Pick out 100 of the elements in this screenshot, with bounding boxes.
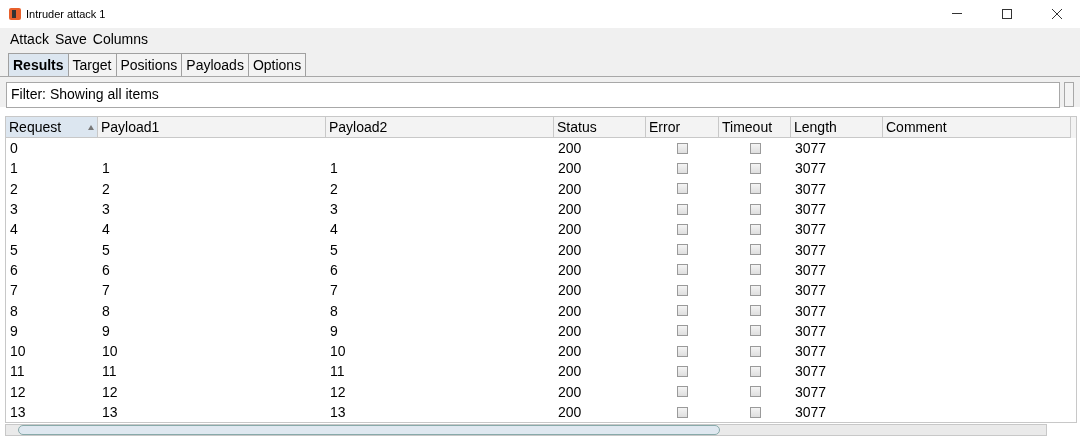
table-cell: 3077 — [795, 261, 827, 278]
checkbox[interactable] — [749, 305, 761, 316]
table-cell: 200 — [558, 322, 582, 339]
app-icon — [8, 7, 22, 21]
table-cell: 6 — [330, 261, 338, 278]
table-cell: 11 — [330, 363, 345, 380]
table-cell: 200 — [558, 404, 582, 420]
table-cell: 10 — [10, 343, 26, 360]
table-cell: 8 — [10, 302, 18, 319]
checkbox[interactable] — [677, 365, 688, 377]
checkbox[interactable] — [749, 264, 761, 276]
table-cell: 10 — [102, 343, 118, 360]
checkbox[interactable] — [749, 223, 761, 235]
table-cell: 1 — [10, 160, 18, 177]
checkbox[interactable] — [677, 223, 688, 235]
table-cell: 10 — [330, 343, 346, 360]
table-cell: 200 — [558, 180, 582, 197]
table-cell: 200 — [558, 343, 582, 360]
column-header[interactable]: Timeout — [719, 117, 791, 138]
table-cell: 13 — [330, 404, 346, 420]
side-button[interactable] — [1064, 82, 1074, 107]
tab[interactable]: Options — [247, 53, 307, 76]
checkbox[interactable] — [677, 183, 688, 195]
checkbox[interactable] — [749, 183, 761, 195]
tab[interactable]: Payloads — [181, 53, 249, 76]
menu-item[interactable]: Columns — [91, 31, 150, 47]
table-cell: 3077 — [795, 363, 827, 380]
checkbox[interactable] — [749, 162, 761, 174]
checkbox[interactable] — [749, 365, 761, 377]
checkbox[interactable] — [749, 203, 761, 215]
checkbox[interactable] — [677, 162, 688, 174]
table-cell: 6 — [10, 261, 18, 278]
table-cell: 4 — [10, 221, 18, 238]
table-cell: 3077 — [795, 404, 827, 420]
horizontal-scrollbar[interactable] — [5, 424, 1047, 437]
column-header[interactable]: Payload2 — [326, 117, 554, 138]
table-cell: 13 — [10, 404, 26, 420]
checkbox[interactable] — [677, 386, 688, 398]
table-cell: 2 — [102, 180, 110, 197]
table-cell: 3 — [330, 201, 338, 218]
table-cell: 4 — [102, 221, 110, 238]
column-header[interactable]: Error — [646, 117, 719, 138]
checkbox[interactable] — [677, 203, 688, 215]
table-cell: 3077 — [795, 322, 827, 339]
table-cell: 3077 — [795, 282, 827, 299]
close-icon[interactable] — [1052, 9, 1062, 19]
checkbox[interactable] — [749, 406, 761, 418]
table-cell: 3 — [10, 201, 18, 218]
window-title: Intruder attack 1 — [26, 8, 107, 20]
table-cell: 4 — [330, 221, 338, 238]
table-cell: 3077 — [795, 302, 827, 319]
table-cell: 12 — [102, 383, 118, 400]
menu-item[interactable]: Save — [53, 31, 88, 47]
table-cell: 0 — [10, 140, 18, 157]
table-cell: 200 — [558, 282, 582, 299]
table-cell: 3077 — [795, 201, 827, 218]
minimize-icon[interactable] — [952, 13, 962, 15]
column-header[interactable]: Payload1 — [98, 117, 326, 138]
table-cell: 200 — [558, 140, 582, 157]
column-header[interactable]: Status — [554, 117, 646, 138]
table-cell: 6 — [102, 261, 110, 278]
checkbox[interactable] — [749, 325, 761, 337]
checkbox[interactable] — [677, 345, 688, 357]
checkbox[interactable] — [749, 386, 761, 398]
table-cell: 2 — [330, 180, 338, 197]
checkbox[interactable] — [677, 142, 688, 154]
checkbox[interactable] — [677, 406, 688, 418]
table-cell: 3077 — [795, 160, 827, 177]
table-cell: 200 — [558, 383, 582, 400]
tab[interactable]: Target — [67, 53, 117, 76]
column-header[interactable]: Request — [6, 117, 98, 138]
table-cell: 3077 — [795, 343, 827, 360]
checkbox[interactable] — [677, 325, 688, 337]
checkbox[interactable] — [677, 305, 688, 316]
checkbox[interactable] — [677, 264, 688, 276]
table-cell: 3077 — [795, 180, 827, 197]
table-cell: 200 — [558, 201, 582, 218]
table-cell: 3077 — [795, 241, 827, 258]
checkbox[interactable] — [677, 284, 688, 296]
table-cell: 5 — [330, 241, 338, 258]
table-cell: 5 — [102, 241, 110, 258]
table-cell: 1 — [102, 160, 110, 177]
checkbox[interactable] — [749, 244, 761, 256]
checkbox[interactable] — [749, 345, 761, 357]
filter-bar[interactable]: Filter: Showing all items — [6, 82, 1060, 108]
table-cell: 8 — [102, 302, 110, 319]
table-cell: 200 — [558, 302, 582, 319]
maximize-icon[interactable] — [1002, 9, 1012, 19]
table-cell: 1 — [330, 160, 338, 177]
table-cell: 5 — [10, 241, 18, 258]
table-cell: 12 — [330, 383, 346, 400]
table-cell: 200 — [558, 221, 582, 238]
menu-item[interactable]: Attack — [9, 31, 50, 47]
checkbox[interactable] — [749, 284, 761, 296]
column-header[interactable]: Length — [791, 117, 883, 138]
column-header[interactable]: Comment — [883, 117, 1071, 138]
checkbox[interactable] — [677, 244, 688, 256]
checkbox[interactable] — [749, 142, 761, 154]
tab[interactable]: Results — [8, 53, 69, 76]
table-cell: 200 — [558, 241, 582, 258]
